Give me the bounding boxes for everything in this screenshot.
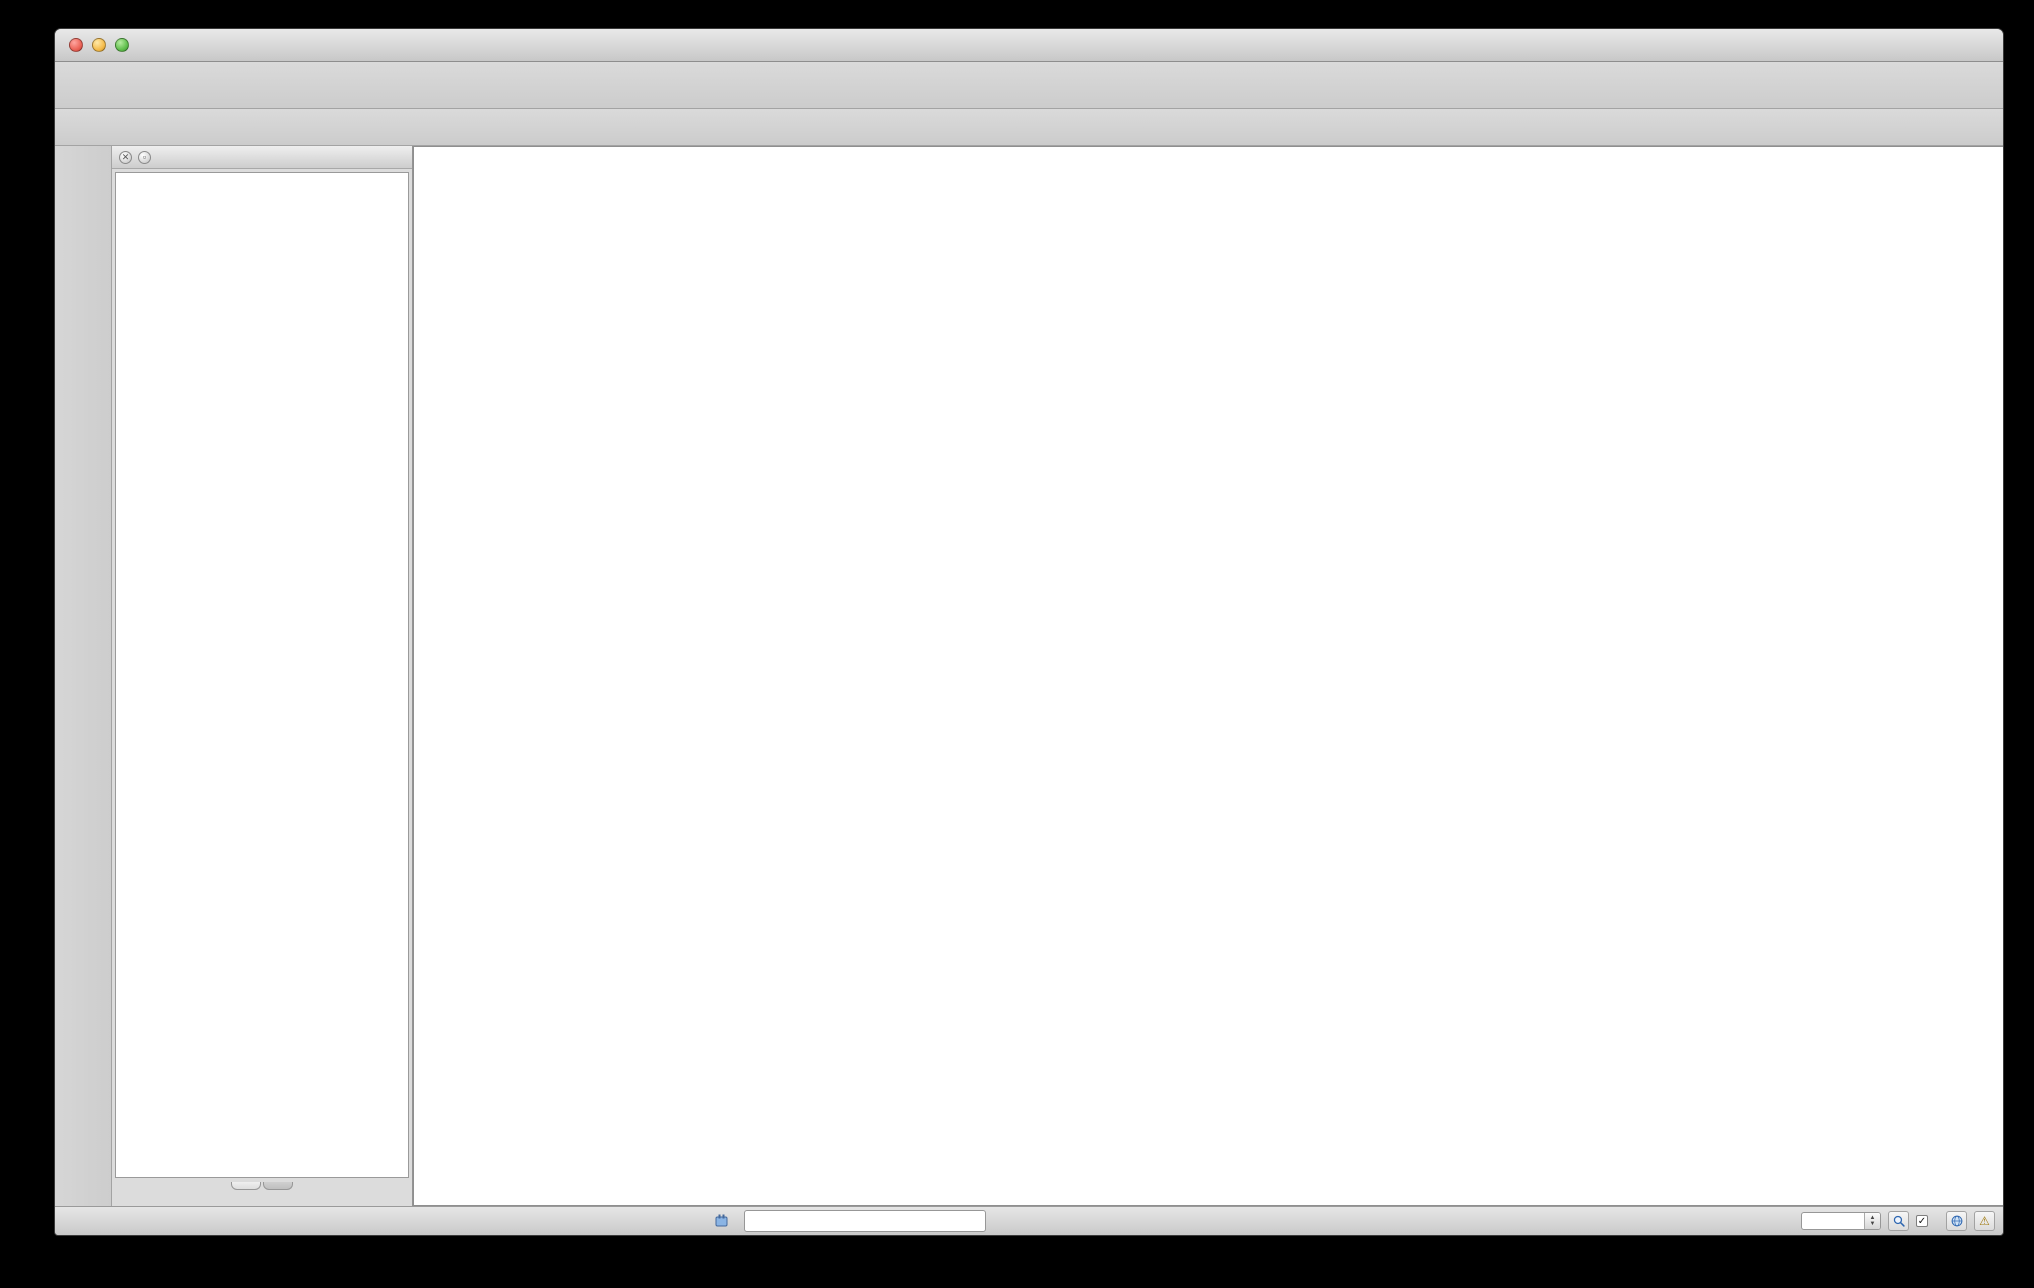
main-content: ✕ ▫ bbox=[55, 146, 2003, 1206]
status-bar: ▲▼ ✓ ⚠ bbox=[55, 1206, 2003, 1235]
map-svg bbox=[414, 147, 2003, 1205]
scale-combo[interactable]: ▲▼ bbox=[1801, 1212, 1881, 1230]
window-controls bbox=[69, 29, 129, 61]
map-canvas[interactable] bbox=[413, 146, 2003, 1206]
coordinate-input[interactable] bbox=[744, 1210, 986, 1232]
panel-float-button[interactable]: ▫ bbox=[138, 151, 151, 164]
layers-panel: ✕ ▫ bbox=[112, 146, 413, 1206]
panel-close-button[interactable]: ✕ bbox=[119, 151, 132, 164]
layers-panel-header: ✕ ▫ bbox=[112, 146, 412, 169]
minimize-window-button[interactable] bbox=[92, 38, 106, 52]
zoom-window-button[interactable] bbox=[115, 38, 129, 52]
layer-list bbox=[115, 172, 409, 1178]
desktop: { "window": { "title": "QGIS 2.0.1-Dufou… bbox=[0, 0, 2034, 1288]
tab-layers[interactable] bbox=[231, 1182, 261, 1190]
render-checkbox-box[interactable]: ✓ bbox=[1916, 1215, 1928, 1227]
close-window-button[interactable] bbox=[69, 38, 83, 52]
side-toolbar bbox=[55, 146, 112, 1206]
messages-log-icon[interactable]: ⚠ bbox=[1974, 1211, 1995, 1231]
panel-tabs bbox=[112, 1181, 412, 1206]
crs-status-icon[interactable] bbox=[1946, 1211, 1967, 1231]
magnifier-lock-icon[interactable] bbox=[1888, 1211, 1909, 1231]
tab-browser[interactable] bbox=[263, 1182, 293, 1190]
label-toolbar bbox=[55, 109, 2003, 146]
qgis-window: ✕ ▫ ▲▼ bbox=[54, 28, 2004, 1236]
render-checkbox[interactable]: ✓ bbox=[1916, 1215, 1932, 1227]
main-toolbar bbox=[55, 62, 2003, 109]
titlebar[interactable] bbox=[55, 29, 2003, 62]
scale-combo-arrows[interactable]: ▲▼ bbox=[1864, 1213, 1880, 1229]
plugin-icon[interactable] bbox=[714, 1213, 730, 1229]
